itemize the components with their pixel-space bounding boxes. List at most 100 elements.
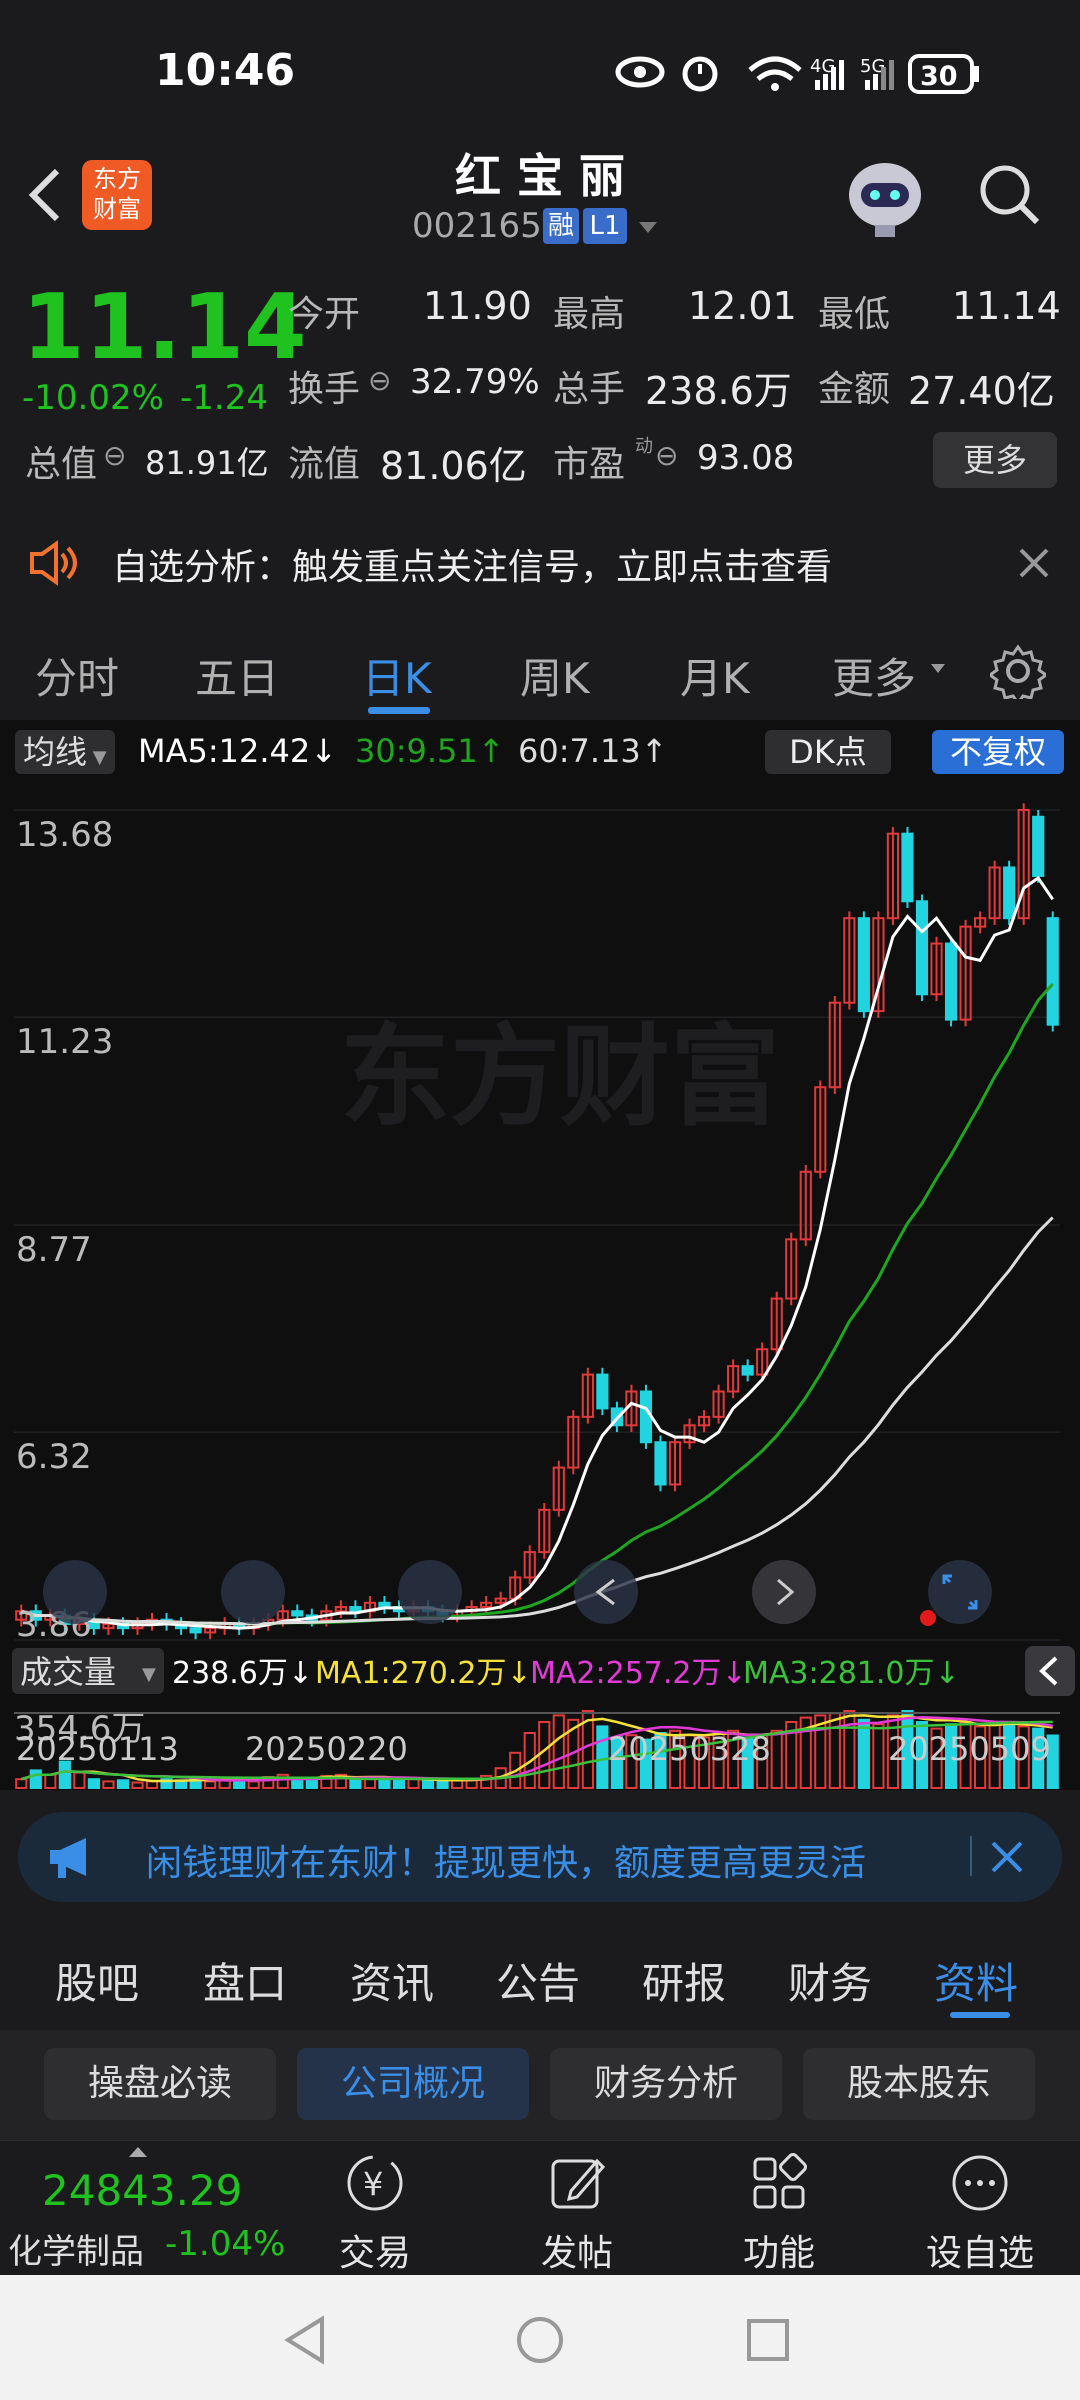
chip-company-overview[interactable]: 公司概况 <box>297 2048 529 2120</box>
tab-finance[interactable]: 财务 <box>788 1950 872 2011</box>
tab-pankou[interactable]: 盘口 <box>203 1950 287 2011</box>
promo-text: 闲钱理财在东财！提现更快，额度更高更灵活 <box>146 1843 867 1884</box>
battery-level: 30 <box>920 61 958 92</box>
index-name[interactable]: 化学制品 <box>8 2224 144 2273</box>
candle <box>596 1373 609 1410</box>
turnover-label: 换手 <box>288 369 361 410</box>
low-value: 11.14 <box>952 284 1061 328</box>
info-icon[interactable]: ⊖ <box>368 364 391 397</box>
candle <box>654 1441 667 1486</box>
price-grid <box>14 809 1060 1641</box>
candles <box>15 803 1059 1640</box>
tab-more[interactable]: 更多 <box>832 645 916 706</box>
tab-announcement[interactable]: 公告 <box>496 1950 580 2011</box>
candle <box>915 900 929 996</box>
svg-text:¥: ¥ <box>363 2165 383 2203</box>
tab-weekly-k[interactable]: 周K <box>520 645 590 706</box>
status-icons: 4G 5G 30 <box>615 54 979 94</box>
zoom-in-button[interactable] <box>398 1560 462 1624</box>
high-label: 最高 <box>553 294 626 335</box>
info-icon[interactable]: ⊖ <box>655 439 678 472</box>
tab-fenshi[interactable]: 分时 <box>35 645 119 706</box>
candle <box>291 1610 304 1617</box>
date-tick-label: 20250509 <box>888 1730 1051 1768</box>
close-icon[interactable] <box>990 1840 1024 1874</box>
tab-research[interactable]: 研报 <box>642 1950 726 2011</box>
add-watchlist-button[interactable]: 设自选 <box>910 2151 1050 2276</box>
gear-icon[interactable] <box>990 643 1046 699</box>
tab-daily-k[interactable]: 日K <box>362 645 432 706</box>
promo-banner[interactable]: 闲钱理财在东财！提现更快，额度更高更灵活 <box>18 1812 1062 1902</box>
open-label: 今开 <box>288 294 361 335</box>
pe-label: 市盈 <box>553 444 626 485</box>
signal-dot <box>920 1610 936 1626</box>
ma-selector[interactable]: 均线 ▼ <box>15 730 115 774</box>
price-tick-label: 8.77 <box>16 1230 92 1270</box>
kline-svg[interactable]: 东方财富 13.6811.238.776.323.86 成交量 ▼ 238.6万… <box>0 780 1080 1790</box>
chip-financial-analysis[interactable]: 财务分析 <box>550 2048 782 2120</box>
apps-icon <box>753 2153 807 2209</box>
price-tick-label: 6.32 <box>16 1437 92 1477</box>
info-icon[interactable]: ⊖ <box>103 439 126 472</box>
turnover-value: 32.79% <box>410 362 540 402</box>
tab-wuri[interactable]: 五日 <box>195 645 279 706</box>
dk-point-button[interactable]: DK点 <box>765 730 891 774</box>
vol-ma1: MA1:270.2万↓ <box>315 1656 532 1691</box>
dropdown-icon[interactable] <box>637 220 659 236</box>
chip-must-read[interactable]: 操盘必读 <box>44 2048 276 2120</box>
more-button[interactable]: 更多 <box>933 432 1057 488</box>
fullscreen-button[interactable] <box>928 1560 992 1624</box>
trade-icon: ¥ <box>347 2155 403 2211</box>
close-icon[interactable] <box>1018 547 1050 579</box>
quote-panel: 11.14 -10.02% -1.24 今开 11.90 最高 12.01 最低… <box>0 260 1080 511</box>
overlay-button[interactable] <box>43 1560 107 1624</box>
zoom-out-button[interactable] <box>221 1560 285 1624</box>
candle <box>1046 917 1059 1026</box>
trade-button[interactable]: ¥ 交易 <box>305 2151 445 2276</box>
status-time: 10:46 <box>155 45 296 96</box>
nav-recents-icon[interactable] <box>745 2317 791 2363</box>
candle <box>639 1390 653 1444</box>
candle <box>1003 866 1016 920</box>
scroll-left-button[interactable] <box>574 1560 638 1624</box>
ma30-value: 30:9.51↑ <box>355 732 505 770</box>
index-value[interactable]: 24843.29 <box>42 2166 242 2215</box>
adjust-toggle[interactable]: 不复权 <box>932 730 1064 774</box>
float-label: 流值 <box>288 444 361 485</box>
post-button[interactable]: 发帖 <box>507 2151 647 2276</box>
alert-banner[interactable]: 自选分析：触发重点关注信号，立即点击查看 <box>0 510 1080 616</box>
robot-assistant-icon[interactable] <box>845 155 925 240</box>
nav-back-icon[interactable] <box>282 2315 332 2365</box>
ma-label: 均线 <box>23 733 88 771</box>
last-price: 11.14 <box>22 275 307 380</box>
ma-lines <box>20 875 1054 1630</box>
chip-shareholders[interactable]: 股本股东 <box>803 2048 1035 2120</box>
active-tab-indicator <box>950 2012 1010 2018</box>
nav-home-icon[interactable] <box>515 2315 565 2365</box>
megaphone-icon <box>50 1838 86 1878</box>
alert-text: 自选分析：触发重点关注信号，立即点击查看 <box>112 547 833 588</box>
status-bar: 10:46 4G 5G 30 <box>0 0 1080 140</box>
period-tabs: 分时 五日 日K 周K 月K 更多 <box>0 615 1080 720</box>
stock-header: 东方 财富 红 宝 丽 002165 融 L1 <box>0 140 1080 261</box>
divider <box>970 1836 972 1876</box>
info-tabs: 股吧 盘口 资讯 公告 研报 财务 资料 <box>0 1920 1080 2031</box>
function-button[interactable]: 功能 <box>709 2151 849 2276</box>
scroll-right-button[interactable] <box>752 1560 816 1624</box>
tab-news[interactable]: 资讯 <box>350 1950 434 2011</box>
price-tick-label: 11.23 <box>16 1022 113 1062</box>
tab-profile[interactable]: 资料 <box>934 1950 1018 2011</box>
edit-icon <box>551 2158 606 2209</box>
more-dots-icon <box>952 2155 1008 2211</box>
candle <box>741 1365 754 1376</box>
candle <box>944 942 958 1021</box>
tab-monthly-k[interactable]: 月K <box>680 645 750 706</box>
level-badge: L1 <box>583 208 627 244</box>
search-icon[interactable] <box>975 160 1045 230</box>
change-amount: -1.24 <box>180 378 268 418</box>
collapse-panel-button[interactable] <box>1025 1646 1075 1696</box>
speaker-icon <box>30 540 77 586</box>
chevron-down-icon <box>931 664 945 673</box>
index-percent: -1.04% <box>165 2224 286 2264</box>
tab-guba[interactable]: 股吧 <box>55 1950 139 2011</box>
